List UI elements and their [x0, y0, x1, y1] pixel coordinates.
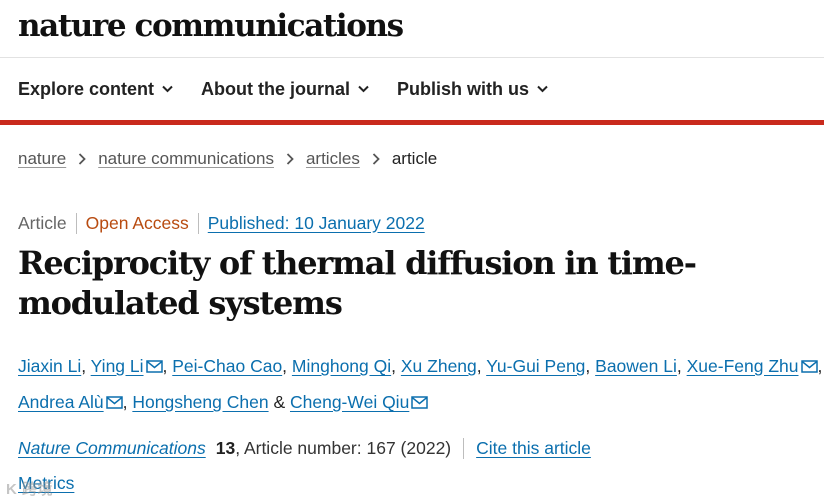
nav-publish-with-us[interactable]: Publish with us [397, 79, 548, 100]
nav-explore-content[interactable]: Explore content [18, 79, 173, 100]
author-link[interactable]: Andrea Alù [18, 392, 104, 412]
author-link[interactable]: Hongsheng Chen [132, 392, 268, 412]
envelope-icon[interactable] [411, 396, 429, 409]
author-separator: , [476, 356, 487, 376]
author-link[interactable]: Cheng-Wei Qiu [290, 392, 409, 412]
author-separator: , [282, 356, 292, 376]
nav-about-journal[interactable]: About the journal [201, 79, 369, 100]
chevron-down-icon [358, 85, 369, 93]
open-access-badge: Open Access [77, 212, 199, 234]
author-link[interactable]: Pei-Chao Cao [172, 356, 282, 376]
header-divider [0, 57, 824, 58]
article-meta: Article Open Access Published: 10 Januar… [18, 210, 425, 236]
author-link[interactable]: Xue-Feng Zhu [687, 356, 799, 376]
site-header: nature communications [18, 4, 404, 48]
article-type: Article [18, 212, 77, 234]
citation-line: Nature Communications 13 , Article numbe… [18, 435, 591, 461]
author-link[interactable]: Minghong Qi [292, 356, 391, 376]
published-date-link[interactable]: Published: 10 January 2022 [199, 213, 425, 234]
author-separator: , [81, 356, 91, 376]
chevron-down-icon [162, 85, 173, 93]
author-separator: , [676, 356, 687, 376]
chevron-right-icon [286, 153, 294, 165]
nav-label: Explore content [18, 78, 155, 99]
breadcrumb-nature-communications[interactable]: nature communications [98, 149, 274, 169]
breadcrumb-current: article [391, 149, 438, 168]
author-separator: , [162, 356, 173, 376]
author-link[interactable]: Xu Zheng [401, 356, 477, 376]
chevron-right-icon [79, 153, 86, 165]
nav-label: About the journal [201, 78, 351, 99]
accent-bar [0, 120, 824, 125]
author-separator: , [122, 392, 133, 412]
breadcrumb-nature[interactable]: nature [18, 149, 66, 169]
nav-label: Publish with us [397, 78, 530, 99]
chevron-right-icon [372, 153, 380, 165]
author-separator: & [268, 392, 290, 412]
cite-this-article-link[interactable]: Cite this article [476, 438, 591, 458]
article-title: Reciprocity of thermal diffusion in time… [18, 244, 697, 322]
volume-number: 13 [215, 437, 236, 458]
envelope-icon[interactable] [800, 360, 818, 373]
envelope-icon[interactable] [105, 396, 123, 409]
cite-divider: Cite this article [463, 437, 591, 459]
author-separator: , [817, 356, 823, 376]
author-separator: , [585, 356, 596, 376]
watermark: K 跨境 [6, 481, 54, 498]
article-number: , Article number: 167 (2022) [235, 437, 452, 458]
author-list: Jiaxin Li, Ying Li, Pei-Chao Cao, Mingho… [18, 348, 824, 420]
author-link[interactable]: Jiaxin Li [18, 356, 81, 376]
author-separator: , [391, 356, 401, 376]
journal-name-link[interactable]: Nature Communications [18, 438, 206, 459]
brand-logo[interactable]: nature communications [18, 4, 404, 48]
chevron-down-icon [537, 85, 548, 93]
author-link[interactable]: Baowen Li [595, 356, 677, 376]
envelope-icon[interactable] [145, 360, 163, 373]
author-link[interactable]: Ying Li [91, 356, 144, 376]
author-link[interactable]: Yu-Gui Peng [486, 356, 585, 376]
main-nav: Explore content About the journal Publis… [18, 72, 576, 106]
breadcrumb-articles[interactable]: articles [306, 149, 360, 169]
breadcrumb: nature nature communications articles ar… [18, 146, 437, 172]
